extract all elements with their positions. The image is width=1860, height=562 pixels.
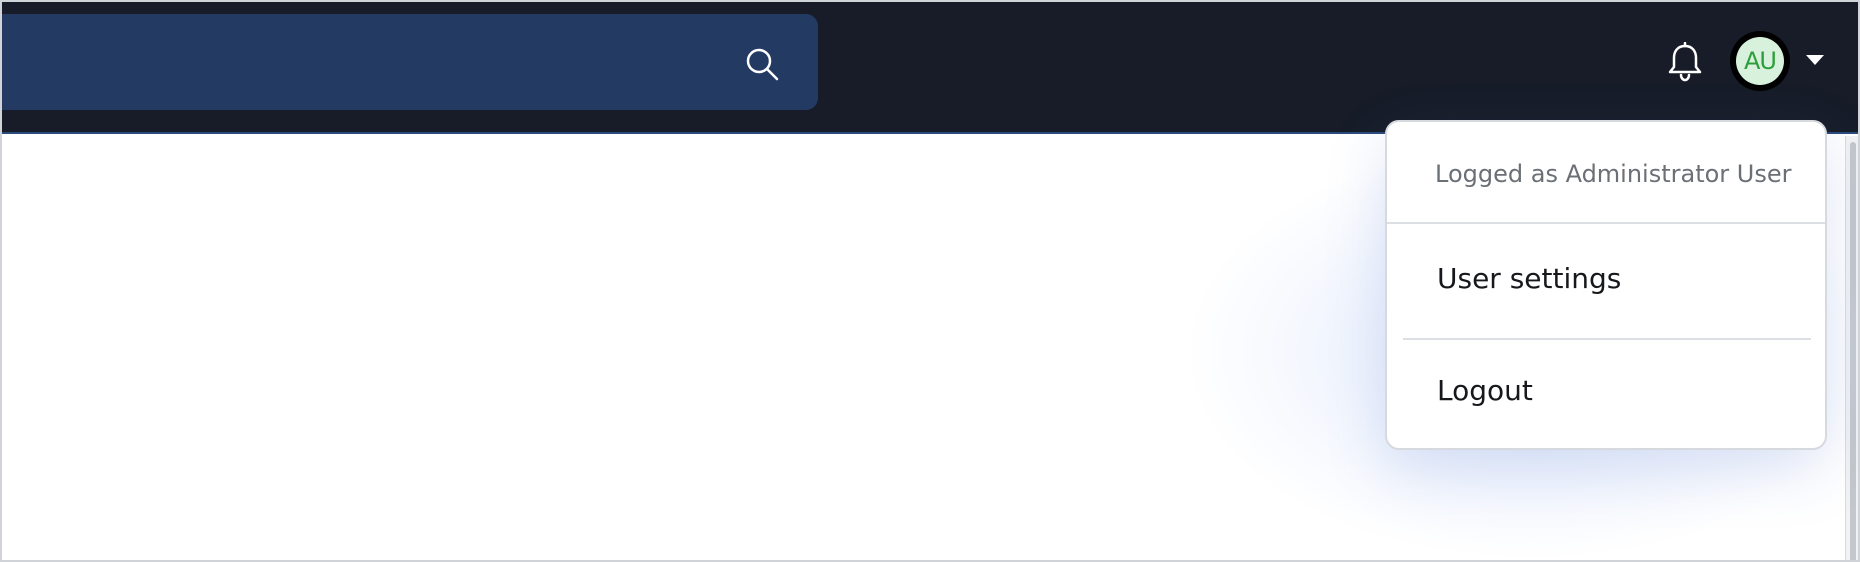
- user-menu-header: Logged as Administrator User: [1387, 122, 1825, 224]
- menu-item-label: User settings: [1437, 262, 1622, 295]
- search-icon[interactable]: [744, 46, 780, 82]
- user-avatar-button[interactable]: AU: [1730, 31, 1790, 91]
- top-navigation-bar: AU: [2, 2, 1858, 134]
- menu-item-logout[interactable]: Logout: [1387, 340, 1825, 452]
- menu-item-label: Logout: [1437, 374, 1533, 407]
- search-bar[interactable]: [2, 14, 818, 112]
- caret-down-icon[interactable]: [1806, 55, 1824, 65]
- menu-item-user-settings[interactable]: User settings: [1387, 226, 1825, 338]
- app-window: AU Logged as Administrator User User set…: [0, 0, 1860, 562]
- avatar: AU: [1736, 37, 1784, 85]
- logged-in-as-label: Logged as Administrator User: [1435, 160, 1792, 188]
- search-input[interactable]: [22, 14, 706, 112]
- user-dropdown-menu: Logged as Administrator User User settin…: [1385, 120, 1827, 450]
- bell-icon[interactable]: [1666, 41, 1704, 82]
